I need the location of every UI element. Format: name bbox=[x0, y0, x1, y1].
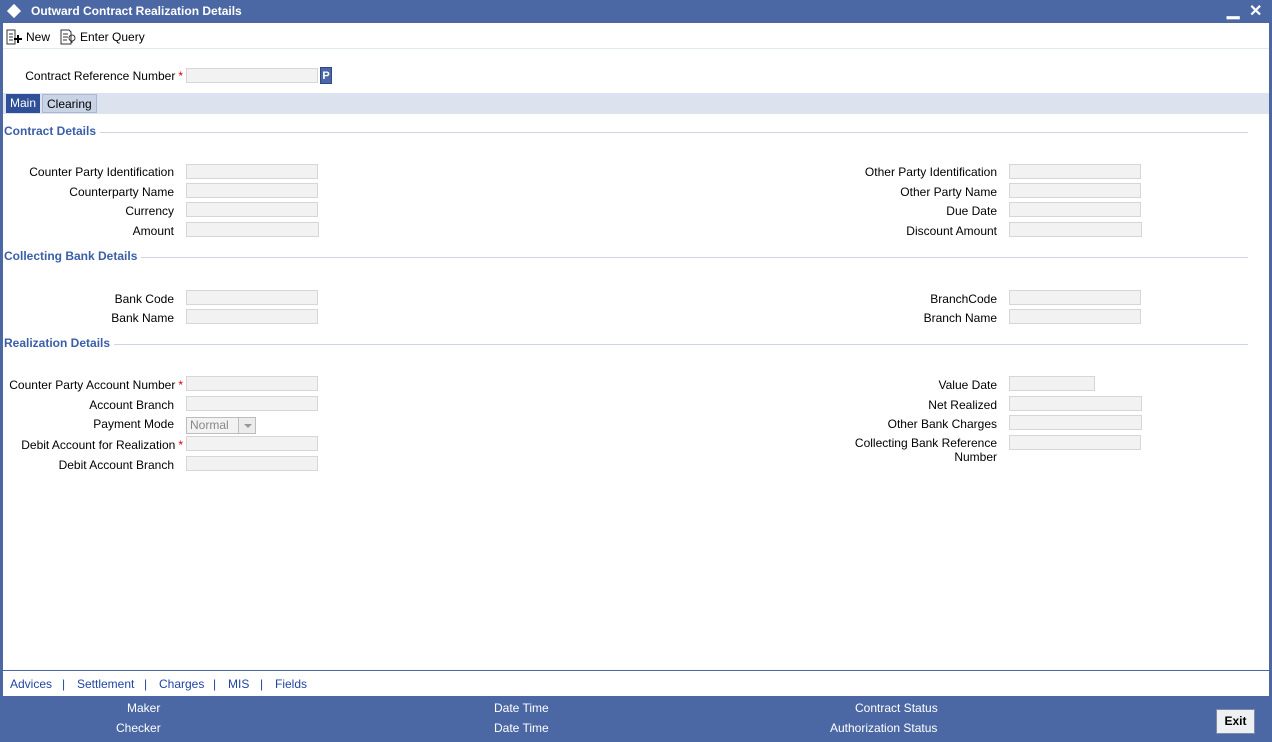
due-date-label: Due Date bbox=[946, 204, 997, 218]
title-bar: Outward Contract Realization Details ▁ ✕ bbox=[0, 0, 1272, 23]
collecting-bank-reference-label-line2: Number bbox=[954, 450, 997, 464]
minimize-icon[interactable]: ▁ bbox=[1227, 0, 1239, 20]
section-divider bbox=[4, 257, 1248, 258]
contract-details-section: Contract Details bbox=[4, 124, 1248, 140]
net-realized-input[interactable] bbox=[1009, 396, 1142, 411]
collecting-bank-reference-label: Collecting Bank Reference bbox=[854, 436, 997, 450]
other-party-name-input[interactable] bbox=[1009, 183, 1141, 198]
section-title: Realization Details bbox=[4, 336, 115, 350]
value-date-label: Value Date bbox=[938, 378, 997, 392]
diamond-icon bbox=[6, 3, 22, 19]
other-party-name-label: Other Party Name bbox=[900, 185, 997, 199]
enter-query-label: Enter Query bbox=[80, 30, 145, 44]
debit-account-for-realization-label: Debit Account for Realization * bbox=[21, 438, 183, 452]
currency-label: Currency bbox=[125, 204, 174, 218]
link-separator: | bbox=[62, 677, 66, 691]
new-label: New bbox=[26, 30, 51, 44]
query-icon bbox=[60, 29, 76, 45]
section-title: Collecting Bank Details bbox=[4, 249, 142, 263]
charges-link[interactable]: Charges bbox=[159, 677, 204, 691]
account-branch-input[interactable] bbox=[186, 396, 318, 411]
net-realized-label: Net Realized bbox=[928, 398, 997, 412]
payment-mode-label: Payment Mode bbox=[93, 417, 174, 431]
debit-account-branch-input[interactable] bbox=[186, 456, 318, 471]
tab-clearing[interactable]: Clearing bbox=[42, 94, 97, 113]
amount-label: Amount bbox=[132, 224, 174, 238]
link-separator: | bbox=[144, 677, 148, 691]
value-date-input[interactable] bbox=[1009, 376, 1095, 391]
counterparty-name-input[interactable] bbox=[186, 183, 318, 198]
other-bank-charges-label: Other Bank Charges bbox=[887, 417, 997, 431]
status-bar: Maker Checker Date Time Date Time Contra… bbox=[0, 696, 1272, 742]
amount-input[interactable] bbox=[186, 222, 319, 237]
discount-amount-label: Discount Amount bbox=[906, 224, 997, 238]
new-button[interactable]: New bbox=[6, 29, 50, 45]
discount-amount-input[interactable] bbox=[1009, 222, 1142, 237]
counter-party-identification-input[interactable] bbox=[186, 164, 318, 179]
maker-date-time-label: Date Time bbox=[494, 701, 549, 715]
other-party-identification-input[interactable] bbox=[1009, 164, 1141, 179]
payment-mode-select[interactable]: Normal bbox=[186, 417, 256, 434]
other-party-identification-label: Other Party Identification bbox=[864, 165, 997, 179]
checker-label: Checker bbox=[116, 721, 161, 735]
bank-name-input[interactable] bbox=[186, 309, 318, 324]
fields-link[interactable]: Fields bbox=[275, 677, 307, 691]
link-separator: | bbox=[260, 677, 264, 691]
required-marker: * bbox=[178, 69, 183, 83]
counter-party-account-number-label: Counter Party Account Number * bbox=[9, 378, 183, 392]
branch-code-input[interactable] bbox=[1009, 290, 1141, 305]
chevron-down-icon[interactable] bbox=[238, 418, 255, 433]
bank-code-input[interactable] bbox=[186, 290, 318, 305]
footer-link-bar: Advices | Settlement | Charges | MIS | F… bbox=[3, 670, 1269, 696]
debit-account-for-realization-input[interactable] bbox=[186, 436, 318, 451]
debit-account-branch-label: Debit Account Branch bbox=[58, 458, 174, 472]
checker-date-time-label: Date Time bbox=[494, 721, 549, 735]
due-date-input[interactable] bbox=[1009, 202, 1141, 217]
collecting-bank-details-section: Collecting Bank Details bbox=[4, 249, 1248, 265]
bank-code-label: Bank Code bbox=[114, 292, 174, 306]
settlement-link[interactable]: Settlement bbox=[77, 677, 134, 691]
contract-ref-input[interactable] bbox=[186, 68, 318, 83]
contract-ref-lookup-button[interactable]: P bbox=[320, 67, 332, 84]
bank-name-label: Bank Name bbox=[111, 311, 174, 325]
required-marker: * bbox=[178, 378, 183, 392]
branch-code-label: BranchCode bbox=[930, 292, 997, 306]
advices-link[interactable]: Advices bbox=[10, 677, 52, 691]
toolbar: New Enter Query bbox=[3, 25, 1269, 49]
window-title: Outward Contract Realization Details bbox=[31, 4, 242, 18]
branch-name-input[interactable] bbox=[1009, 309, 1141, 324]
authorization-status-label: Authorization Status bbox=[830, 721, 938, 735]
other-bank-charges-input[interactable] bbox=[1009, 415, 1142, 430]
realization-details-section: Realization Details bbox=[4, 336, 1248, 352]
exit-button[interactable]: Exit bbox=[1216, 709, 1255, 734]
section-title: Contract Details bbox=[4, 124, 101, 138]
close-icon[interactable]: ✕ bbox=[1249, 1, 1262, 21]
enter-query-button[interactable]: Enter Query bbox=[60, 29, 145, 45]
mis-link[interactable]: MIS bbox=[228, 677, 249, 691]
tab-main[interactable]: Main bbox=[6, 94, 41, 113]
section-divider bbox=[4, 132, 1248, 133]
counterparty-name-label: Counterparty Name bbox=[69, 185, 174, 199]
maker-label: Maker bbox=[127, 701, 161, 715]
required-marker: * bbox=[178, 438, 183, 452]
contract-ref-label: Contract Reference Number * bbox=[25, 69, 183, 83]
collecting-bank-reference-input[interactable] bbox=[1009, 435, 1141, 450]
contract-status-label: Contract Status bbox=[855, 701, 938, 715]
section-divider bbox=[4, 344, 1248, 345]
counter-party-identification-label: Counter Party Identification bbox=[29, 165, 174, 179]
currency-input[interactable] bbox=[186, 202, 318, 217]
payment-mode-value: Normal bbox=[190, 418, 229, 432]
counter-party-account-number-input[interactable] bbox=[186, 376, 318, 391]
branch-name-label: Branch Name bbox=[923, 311, 997, 325]
tab-strip: Main Clearing bbox=[3, 93, 1269, 114]
link-separator: | bbox=[213, 677, 217, 691]
account-branch-label: Account Branch bbox=[89, 398, 174, 412]
new-document-icon bbox=[6, 29, 22, 45]
